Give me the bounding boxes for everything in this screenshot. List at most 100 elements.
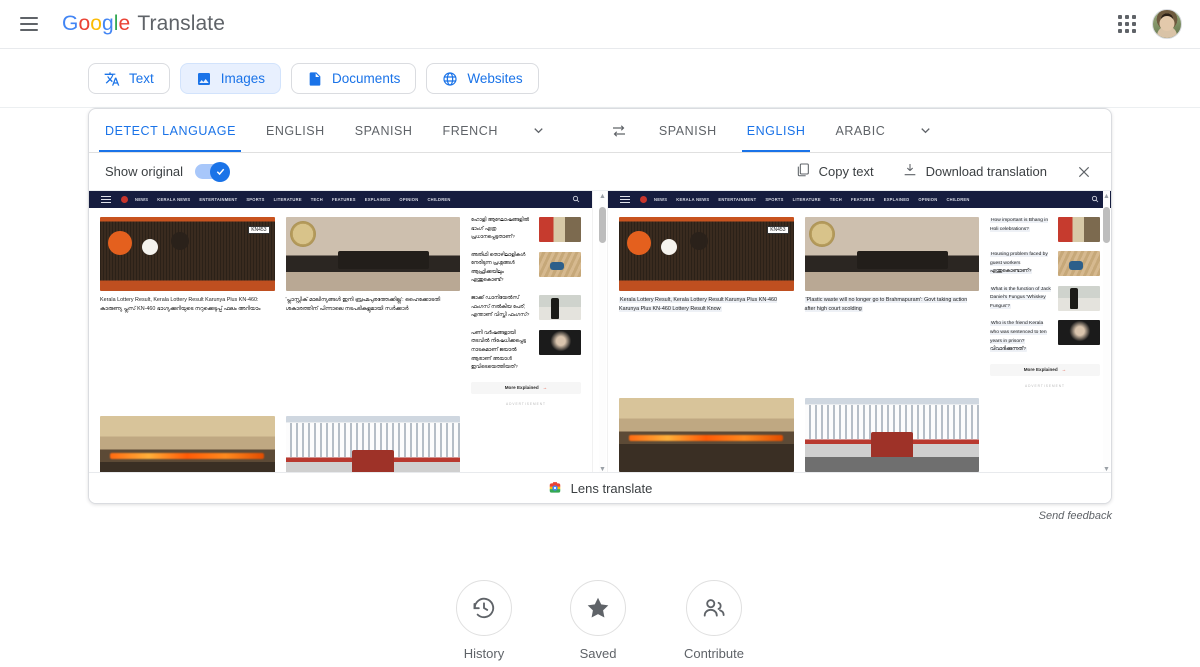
news-nav-item[interactable]: TECH xyxy=(311,197,323,202)
toggle-switch[interactable] xyxy=(195,164,229,179)
close-icon[interactable] xyxy=(1069,157,1099,187)
sidebar-text: How important is Bhang in Holi celebrati… xyxy=(990,218,1048,232)
sidebar-story[interactable]: Who is the friend Kerala who was sentenc… xyxy=(990,320,1100,354)
site-logo-icon xyxy=(121,196,128,203)
news-nav-item[interactable]: CHILDREN xyxy=(946,197,969,202)
news-nav-item[interactable]: FEATURES xyxy=(332,197,356,202)
news-nav-item[interactable]: LITERATURE xyxy=(793,197,821,202)
original-pane-scrollbar[interactable]: ▲ ▼ xyxy=(599,191,606,476)
news-sidebar: How important is Bhang in Holi celebrati… xyxy=(990,217,1100,388)
sidebar-text: Who is the friend Kerala who was sentenc… xyxy=(990,321,1047,352)
source-lang-english[interactable]: ENGLISH xyxy=(251,109,340,152)
sidebar-story[interactable]: പണി വർഷങ്ങളായി തടവിൽ നിഷേധിക്കപ്പെട്ട നാ… xyxy=(471,330,581,373)
sidebar-thumb-image xyxy=(539,295,581,320)
news-card[interactable]: Brahmapuram fire: Holiday for educationa… xyxy=(619,398,794,476)
target-lang-arabic[interactable]: ARABIC xyxy=(820,109,900,152)
translated-image-pane[interactable]: NEWS KERALA NEWS ENTERTAINMENT SPORTS LI… xyxy=(608,191,1111,476)
news-nav-item[interactable]: NEWS xyxy=(135,197,148,202)
download-translation-button[interactable]: Download translation xyxy=(890,157,1059,186)
hamburger-menu-icon[interactable] xyxy=(101,196,111,204)
news-nav-item[interactable]: SPORTS xyxy=(246,197,264,202)
source-lang-spanish[interactable]: SPANISH xyxy=(340,109,428,152)
news-nav-item[interactable]: KERALA NEWS xyxy=(676,197,709,202)
news-card[interactable]: 'Plastic waste will no longer go to Brah… xyxy=(805,217,980,388)
hamburger-menu-icon[interactable] xyxy=(18,12,42,36)
tab-text[interactable]: Text xyxy=(88,63,170,94)
translate-mode-tabs: Text Images Documents Websites xyxy=(0,49,1200,108)
apps-grid-icon[interactable] xyxy=(1116,13,1138,35)
news-card[interactable]: Pollution-free environment is the right … xyxy=(805,398,980,476)
lottery-ticket-image xyxy=(100,217,275,291)
news-card[interactable]: 'മാലിന്യമുക്തമായ അന്തരീക്ഷം ജനങ്ങളുടെ അവ… xyxy=(286,416,461,476)
news-nav-item[interactable]: NEWS xyxy=(654,197,667,202)
news-card[interactable]: Kerala Lottery Result, Kerala Lottery Re… xyxy=(100,217,275,406)
sidebar-story[interactable]: Housing problem faced by guest workers എ… xyxy=(990,251,1100,277)
logo-letter-e: e xyxy=(119,12,131,36)
lens-translate-button[interactable]: Lens translate xyxy=(538,477,663,500)
news-card[interactable]: ബ്രഹ്മപുരം തീപിടിത്തം: പ്രൊഫഷണൽ കോളജ് ഉൾ… xyxy=(100,416,275,476)
tab-websites[interactable]: Websites xyxy=(426,63,538,94)
news-headline[interactable]: Kerala Lottery Result, Kerala Lottery Re… xyxy=(100,296,275,314)
news-nav-item[interactable]: LITERATURE xyxy=(274,197,302,202)
sidebar-story[interactable]: ജാക്ക് ഡാനിയേൽസ് ഫംഗസ് നൽകിയ പേര്; എന്താ… xyxy=(471,295,581,321)
target-lang-more-chevron-down-icon[interactable] xyxy=(900,109,951,152)
copy-text-button[interactable]: Copy text xyxy=(783,157,886,186)
shortcut-history[interactable]: History xyxy=(456,580,512,661)
search-icon[interactable] xyxy=(1091,195,1099,205)
send-feedback-link[interactable]: Send feedback xyxy=(0,510,1112,522)
search-icon[interactable] xyxy=(572,195,580,205)
brahmapuram-fire-image xyxy=(100,416,275,476)
news-headline-translated[interactable]: 'Plastic waste will no longer go to Brah… xyxy=(805,296,980,314)
hamburger-menu-icon[interactable] xyxy=(620,196,630,204)
scrollbar-thumb[interactable] xyxy=(1103,207,1110,243)
sidebar-story[interactable]: What is the function of Jack Daniel's Fu… xyxy=(990,286,1100,312)
news-nav-item[interactable]: FEATURES xyxy=(851,197,875,202)
news-card[interactable]: Kerala Lottery Result, Kerala Lottery Re… xyxy=(619,217,794,388)
sidebar-headline: അതിഥി തൊഴിലാളികൾ നേരിടുന്ന പ്രശ്നങ്ങൾ ആഫ… xyxy=(471,252,533,286)
sidebar-text: Housing problem faced by guest workers എ… xyxy=(990,252,1048,274)
translated-pane-scrollbar[interactable]: ▲ ▼ xyxy=(1103,191,1110,476)
news-nav-item[interactable]: SPORTS xyxy=(765,197,783,202)
scroll-up-arrow-icon[interactable]: ▲ xyxy=(1103,193,1110,201)
shortcut-saved[interactable]: Saved xyxy=(570,580,626,661)
more-explained-label: More Explained xyxy=(1024,367,1058,372)
toggle-knob xyxy=(210,162,230,182)
news-nav-item[interactable]: OPINION xyxy=(399,197,418,202)
news-nav-item[interactable]: CHILDREN xyxy=(427,197,450,202)
google-translate-logo[interactable]: Google Translate xyxy=(62,12,225,36)
news-headline[interactable]: 'പ്ലാസ്റ്റിക് മാലിന്യങ്ങൾ ഇനി ബ്രഹ്മപുരത… xyxy=(286,296,461,314)
history-clock-icon xyxy=(456,580,512,636)
scroll-up-arrow-icon[interactable]: ▲ xyxy=(599,193,606,201)
news-nav-item[interactable]: TECH xyxy=(830,197,842,202)
swap-languages-icon[interactable] xyxy=(564,109,644,152)
more-explained-button[interactable]: More Explained → xyxy=(990,364,1100,376)
news-nav-item[interactable]: OPINION xyxy=(918,197,937,202)
scrollbar-thumb[interactable] xyxy=(599,207,606,243)
source-lang-more-chevron-down-icon[interactable] xyxy=(513,109,564,152)
source-lang-detect[interactable]: DETECT LANGUAGE xyxy=(89,109,251,152)
avatar[interactable] xyxy=(1152,9,1182,39)
news-nav-item[interactable]: EXPLAINED xyxy=(365,197,391,202)
tab-documents[interactable]: Documents xyxy=(291,63,416,94)
source-lang-french[interactable]: FRENCH xyxy=(428,109,513,152)
news-card[interactable]: 'പ്ലാസ്റ്റിക് മാലിന്യങ്ങൾ ഇനി ബ്രഹ്മപുരത… xyxy=(286,217,461,406)
news-headline-translated[interactable]: Kerala Lottery Result, Kerala Lottery Re… xyxy=(619,296,794,314)
original-image-pane[interactable]: NEWS KERALA NEWS ENTERTAINMENT SPORTS LI… xyxy=(89,191,592,476)
show-original-toggle[interactable]: Show original xyxy=(105,164,229,179)
news-nav-item[interactable]: ENTERTAINMENT xyxy=(199,197,237,202)
brahmapuram-fire-image xyxy=(619,398,794,472)
more-explained-button[interactable]: More Explained → xyxy=(471,382,581,394)
news-nav-item[interactable]: KERALA NEWS xyxy=(157,197,190,202)
news-nav-item[interactable]: ENTERTAINMENT xyxy=(718,197,756,202)
sidebar-story[interactable]: അതിഥി തൊഴിലാളികൾ നേരിടുന്ന പ്രശ്നങ്ങൾ ആഫ… xyxy=(471,252,581,286)
sidebar-story[interactable]: How important is Bhang in Holi celebrati… xyxy=(990,217,1100,242)
target-lang-english[interactable]: ENGLISH xyxy=(732,109,821,152)
sidebar-thumb-image xyxy=(539,252,581,277)
news-sidebar-spacer xyxy=(990,398,1100,476)
news-nav-item[interactable]: EXPLAINED xyxy=(884,197,910,202)
sidebar-story[interactable]: ഹോളി ആഘോഷങ്ങളിൽ ഭാംഗ് എത്ര പ്രധാനപ്പെട്ട… xyxy=(471,217,581,243)
target-lang-spanish[interactable]: SPANISH xyxy=(644,109,732,152)
tab-images[interactable]: Images xyxy=(180,63,281,94)
shortcut-contribute[interactable]: Contribute xyxy=(684,580,744,661)
logo-letter-g2: g xyxy=(102,12,114,36)
